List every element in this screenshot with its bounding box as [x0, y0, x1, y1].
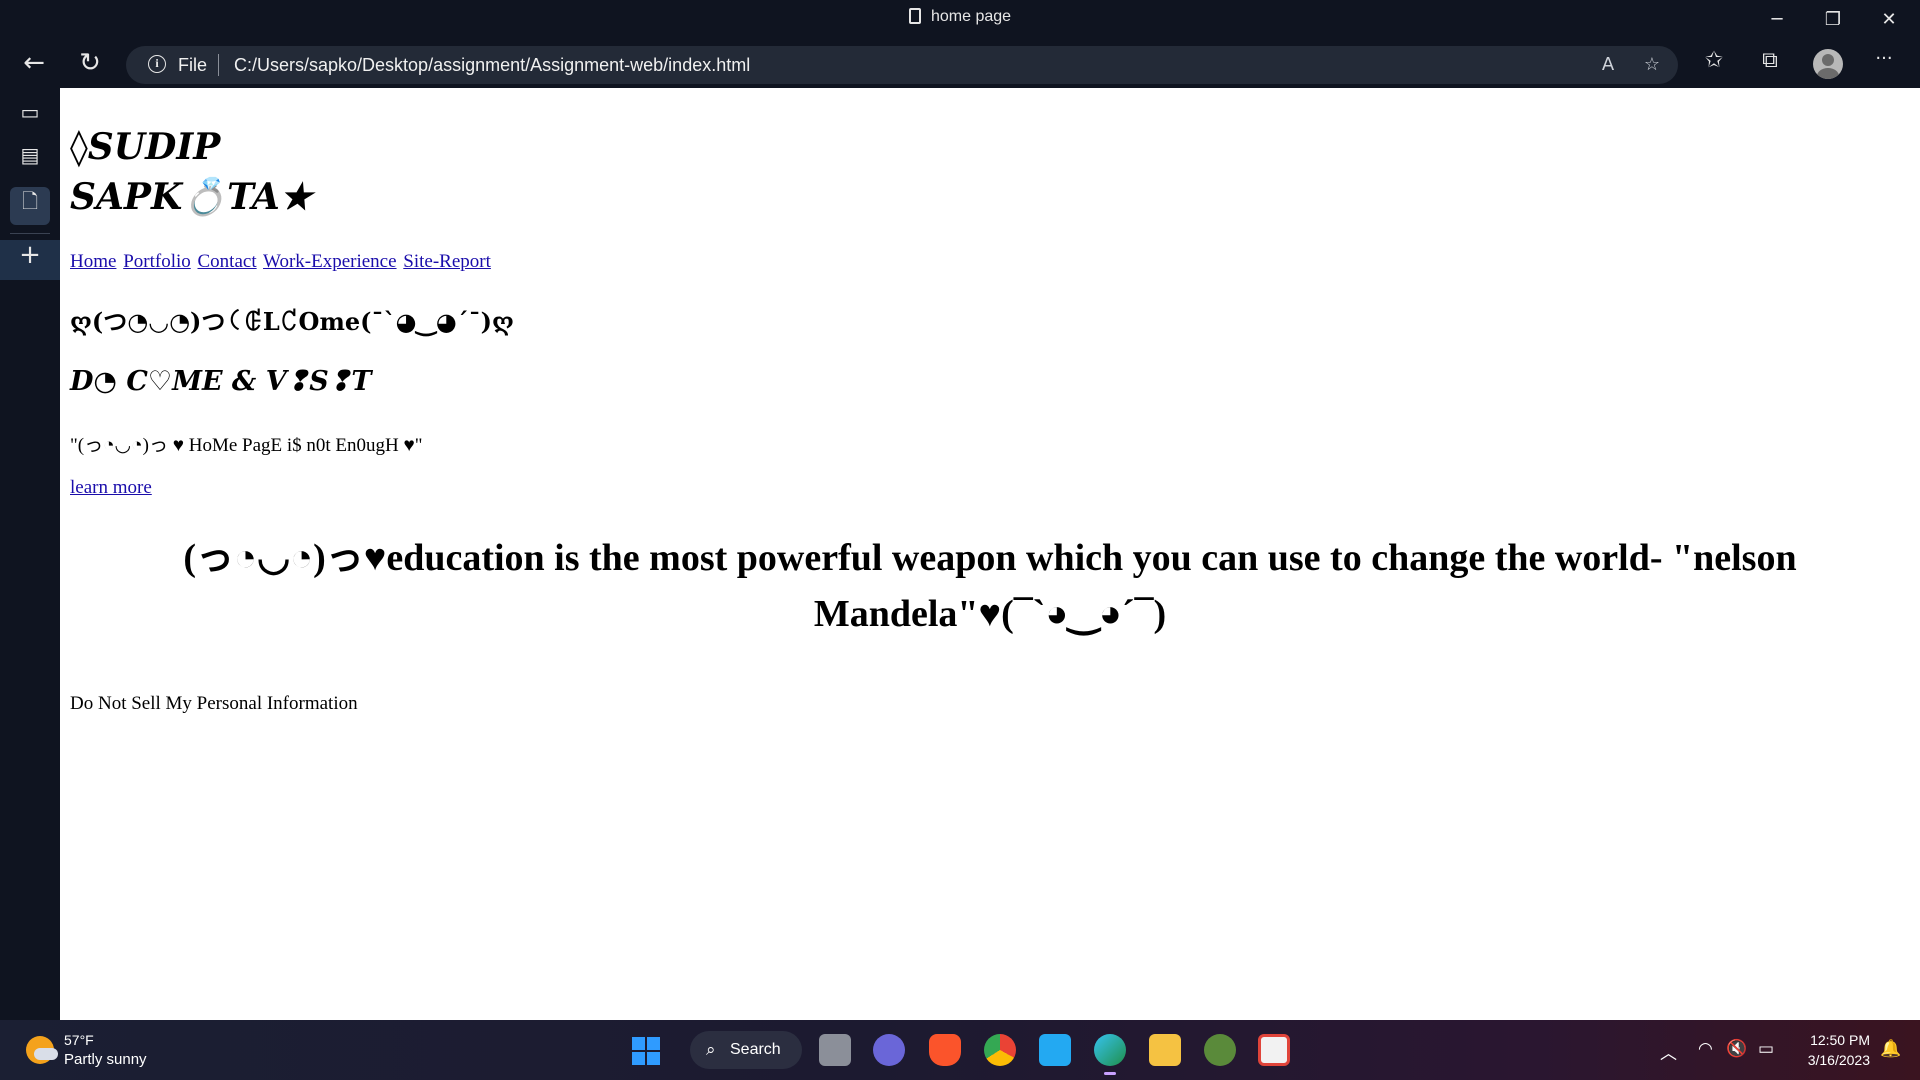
scheme-label: File: [178, 55, 208, 75]
chrome-icon[interactable]: [984, 1034, 1016, 1066]
collections-button[interactable]: ⧉: [1750, 48, 1790, 80]
more-menu-button[interactable]: ···: [1864, 48, 1904, 80]
visit-heading: D◔ C♡ME & V❢S❢T: [70, 366, 372, 397]
brand-line-1: ◊SUDIP: [70, 126, 221, 168]
nav-home-link[interactable]: Home: [70, 251, 116, 272]
nav-portfolio-link[interactable]: Portfolio: [123, 251, 191, 272]
document-icon: [908, 8, 921, 24]
plus-icon: +: [19, 240, 41, 270]
tab-home-page[interactable]: 🗋: [10, 187, 50, 225]
page-icon: 🗋: [21, 189, 39, 213]
battery-icon[interactable]: ▭: [1758, 1039, 1774, 1059]
collections-icon: ⧉: [1762, 48, 1778, 73]
history-button[interactable]: ▤: [10, 143, 50, 181]
quote-heading: (っ◔◡◔)っ♥education is the most powerful w…: [183, 537, 1797, 635]
brave-icon[interactable]: [929, 1034, 961, 1066]
url-text[interactable]: C:/Users/sapko/Desktop/assignment/Assign…: [234, 55, 750, 76]
store-icon[interactable]: [1258, 1034, 1290, 1066]
teams-icon[interactable]: [873, 1034, 905, 1066]
favorites-button[interactable]: ✩: [1694, 48, 1734, 80]
vertical-tab-bar: ▭ ▤ 🗋 +: [0, 88, 60, 1020]
window-title-bar: home page ─ ❐ ✕: [0, 0, 1920, 40]
tagline-text: "(っ◔◡◔)っ ♥ HoMe PagE i$ n0t En0ugH ♥": [70, 435, 423, 456]
tab-actions-button[interactable]: ▭: [10, 100, 50, 138]
file-explorer-icon[interactable]: [1149, 1034, 1181, 1066]
windows-logo-tile: [632, 1052, 645, 1065]
windows-logo-tile: [647, 1052, 660, 1065]
info-icon[interactable]: i: [148, 55, 166, 73]
sidebar-divider: [10, 233, 50, 234]
add-favorite-icon[interactable]: ☆: [1637, 52, 1667, 78]
new-tab-button[interactable]: +: [0, 240, 60, 280]
close-button[interactable]: ✕: [1864, 6, 1914, 34]
windows-logo-tile: [647, 1037, 660, 1050]
app-icon[interactable]: [1204, 1034, 1236, 1066]
back-button[interactable]: ←: [14, 48, 54, 80]
more-icon: ···: [1875, 48, 1893, 69]
favorites-icon: ✩: [1704, 48, 1724, 73]
edge-icon[interactable]: [1094, 1034, 1126, 1075]
clock-date: 3/16/2023: [1807, 1052, 1870, 1068]
learn-more-link[interactable]: learn more: [70, 477, 152, 499]
search-icon: ⌕: [706, 1040, 716, 1059]
browser-toolbar: ← ↻ i File C:/Users/sapko/Desktop/assign…: [0, 40, 1920, 88]
site-nav: Home Portfolio Contact Work-Experience S…: [70, 251, 493, 273]
page-viewport: ◊SUDIP SAPK💍TA★ Home Portfolio Contact W…: [60, 88, 1920, 1020]
weather-temperature[interactable]: 57°F: [64, 1032, 94, 1048]
nav-work-experience-link[interactable]: Work-Experience: [263, 251, 397, 272]
windows-logo-tile: [632, 1037, 645, 1050]
wifi-icon[interactable]: ◠: [1698, 1039, 1713, 1059]
back-arrow-icon: ←: [23, 48, 45, 78]
task-view-icon[interactable]: [819, 1034, 851, 1066]
profile-avatar[interactable]: [1813, 49, 1843, 79]
restore-button[interactable]: ❐: [1808, 6, 1858, 34]
notification-icon[interactable]: 🔔: [1880, 1039, 1901, 1059]
vscode-icon[interactable]: [1039, 1034, 1071, 1066]
address-separator: [218, 54, 219, 76]
refresh-icon: ↻: [79, 48, 101, 78]
minimize-button[interactable]: ─: [1752, 6, 1802, 34]
volume-muted-icon[interactable]: 🔇: [1726, 1039, 1747, 1059]
nav-site-report-link[interactable]: Site-Report: [403, 251, 491, 272]
window-title-text: home page: [930, 8, 1012, 25]
footer-text: Do Not Sell My Personal Information: [70, 693, 358, 714]
weather-icon[interactable]: [26, 1036, 58, 1064]
brand-line-2: SAPK💍TA★: [70, 176, 313, 218]
read-aloud-icon[interactable]: A: [1593, 52, 1623, 78]
search-label: Search: [730, 1041, 781, 1058]
clock[interactable]: 12:50 PM 3/16/2023: [1798, 1030, 1870, 1070]
tray-overflow-icon[interactable]: ︿: [1660, 1039, 1677, 1064]
taskbar-search[interactable]: ⌕ Search: [690, 1031, 802, 1069]
taskbar: 57°F Partly sunny ⌕ Search ︿ ◠ 🔇 ▭ 12:50…: [0, 1020, 1920, 1080]
site-brand: ◊SUDIP SAPK💍TA★: [70, 122, 312, 222]
history-icon: ▤: [20, 143, 40, 167]
address-bar[interactable]: i File C:/Users/sapko/Desktop/assignment…: [126, 46, 1678, 84]
tab-actions-icon: ▭: [20, 100, 40, 124]
refresh-button[interactable]: ↻: [70, 48, 110, 80]
welcome-heading: ღ(つ◔◡◔)つ꒟ꂅL꒝Ome(¯`◕‿◕´¯)ღ: [70, 307, 514, 336]
start-button[interactable]: [632, 1037, 660, 1065]
weather-condition[interactable]: Partly sunny: [64, 1051, 147, 1068]
clock-time: 12:50 PM: [1810, 1032, 1870, 1048]
window-title: home page: [0, 8, 1920, 26]
nav-contact-link[interactable]: Contact: [198, 251, 257, 272]
